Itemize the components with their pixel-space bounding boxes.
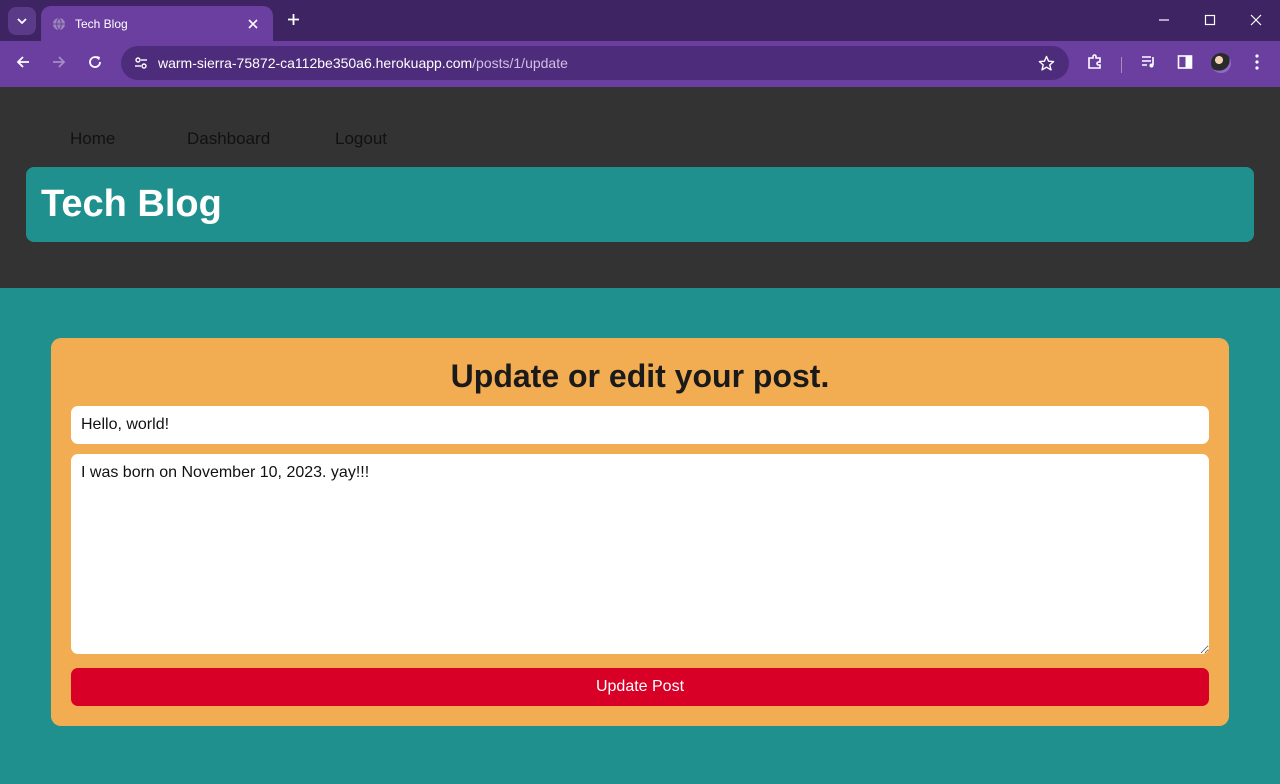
side-panel-button[interactable] — [1171, 50, 1199, 78]
close-icon[interactable] — [243, 14, 263, 34]
profile-avatar[interactable] — [1211, 53, 1231, 73]
reload-icon — [87, 54, 103, 74]
update-post-button[interactable]: Update Post — [71, 668, 1209, 706]
form-heading: Update or edit your post. — [450, 358, 830, 394]
address-bar[interactable]: warm-sierra-75872-ca112be350a6.herokuapp… — [121, 46, 1069, 80]
nav-logout-link[interactable]: Logout — [335, 129, 387, 149]
forward-button[interactable] — [45, 50, 73, 78]
site-header: Home Dashboard Logout Tech Blog — [0, 87, 1280, 288]
arrow-left-icon — [15, 54, 31, 74]
maximize-icon — [1204, 11, 1216, 30]
brand-banner: Tech Blog — [26, 167, 1254, 242]
kebab-menu-icon — [1255, 54, 1259, 74]
tune-icon[interactable] — [129, 51, 153, 75]
toolbar-divider — [1121, 57, 1122, 73]
minimize-icon — [1158, 11, 1170, 30]
nav-dashboard-link[interactable]: Dashboard — [187, 129, 270, 149]
tab-search-button[interactable] — [8, 7, 36, 35]
reload-button[interactable] — [81, 50, 109, 78]
puzzle-icon — [1086, 53, 1104, 75]
chevron-down-icon — [16, 12, 28, 31]
post-title-input[interactable] — [71, 406, 1209, 444]
media-queue-icon — [1140, 53, 1158, 75]
browser-toolbar: warm-sierra-75872-ca112be350a6.herokuapp… — [0, 41, 1280, 87]
tab-title: Tech Blog — [75, 16, 128, 31]
url-path: /posts/1/update — [472, 55, 568, 71]
main-content: Update or edit your post. I was born on … — [0, 288, 1280, 784]
browser-tab[interactable]: Tech Blog — [41, 6, 273, 41]
media-controls-button[interactable] — [1135, 50, 1163, 78]
arrow-right-icon — [51, 54, 67, 74]
maximize-button[interactable] — [1195, 6, 1225, 34]
star-icon[interactable] — [1035, 52, 1057, 74]
nav-home-link[interactable]: Home — [70, 129, 115, 149]
close-window-button[interactable] — [1241, 6, 1271, 34]
site-title: Tech Blog — [41, 183, 222, 225]
back-button[interactable] — [9, 50, 37, 78]
browser-menu-button[interactable] — [1243, 50, 1271, 78]
close-icon — [1250, 11, 1262, 30]
plus-icon — [287, 11, 300, 30]
side-panel-icon — [1177, 54, 1193, 74]
web-page: Home Dashboard Logout Tech Blog Update o… — [0, 87, 1280, 784]
url-text: warm-sierra-75872-ca112be350a6.herokuapp… — [158, 55, 568, 71]
new-tab-button[interactable] — [282, 9, 304, 31]
minimize-button[interactable] — [1149, 6, 1179, 34]
url-host: warm-sierra-75872-ca112be350a6.herokuapp… — [158, 55, 473, 71]
update-post-form: Update or edit your post. I was born on … — [51, 338, 1229, 726]
post-body-textarea[interactable]: I was born on November 10, 2023. yay!!! — [71, 454, 1209, 654]
globe-icon — [51, 16, 67, 32]
browser-tab-strip: Tech Blog — [0, 0, 1280, 41]
extensions-button[interactable] — [1081, 50, 1109, 78]
